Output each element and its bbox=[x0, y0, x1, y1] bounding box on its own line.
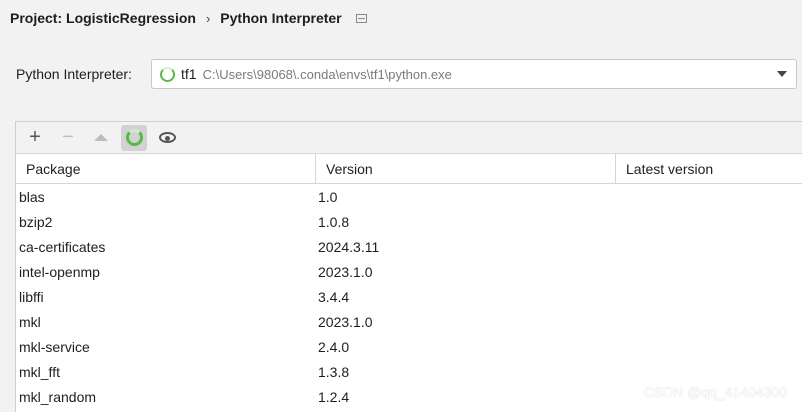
column-header-latest-version[interactable]: Latest version bbox=[616, 154, 802, 183]
package-list: blas 1.0 bzip2 1.0.8 ca-certificates 202… bbox=[16, 184, 802, 409]
package-name: mkl-service bbox=[19, 338, 90, 355]
package-version: 2023.1.0 bbox=[318, 263, 373, 280]
refresh-button[interactable] bbox=[121, 124, 147, 151]
table-header: Package Version Latest version bbox=[16, 154, 802, 184]
chevron-down-icon[interactable] bbox=[777, 71, 787, 77]
interpreter-select[interactable]: tf1 C:\Users\98068\.conda\envs\tf1\pytho… bbox=[151, 59, 797, 89]
table-row[interactable]: mkl 2023.1.0 bbox=[16, 309, 802, 334]
breadcrumb-separator: › bbox=[205, 10, 211, 26]
table-row[interactable]: bzip2 1.0.8 bbox=[16, 209, 802, 234]
page-title: Python Interpreter bbox=[220, 10, 342, 26]
remove-package-button[interactable]: − bbox=[55, 125, 81, 151]
interpreter-path: C:\Users\98068\.conda\envs\tf1\python.ex… bbox=[202, 66, 452, 82]
interpreter-name: tf1 bbox=[181, 66, 197, 82]
package-version: 2023.1.0 bbox=[318, 313, 373, 330]
packages-panel: + − Package Version Latest version blas … bbox=[15, 121, 802, 412]
package-version: 2.4.0 bbox=[318, 338, 350, 355]
table-row[interactable]: mkl_fft 1.3.8 bbox=[16, 359, 802, 384]
table-row[interactable]: libffi 3.4.4 bbox=[16, 284, 802, 309]
interpreter-row: Python Interpreter: bbox=[16, 58, 142, 90]
interpreter-label: Python Interpreter: bbox=[16, 66, 132, 82]
package-name: mkl_fft bbox=[19, 363, 60, 380]
breadcrumb-project[interactable]: Project: LogisticRegression bbox=[10, 10, 196, 26]
package-name: blas bbox=[19, 188, 45, 205]
loading-icon bbox=[125, 129, 143, 146]
package-version: 2024.3.11 bbox=[318, 238, 380, 255]
package-name: mkl_random bbox=[19, 388, 97, 405]
upgrade-icon bbox=[94, 134, 108, 141]
table-row[interactable]: blas 1.0 bbox=[16, 184, 802, 209]
add-package-button[interactable]: + bbox=[22, 125, 48, 151]
loading-icon bbox=[160, 66, 175, 82]
package-name: intel-openmp bbox=[19, 263, 100, 280]
column-header-package[interactable]: Package bbox=[16, 154, 316, 183]
show-early-releases-button[interactable] bbox=[154, 125, 180, 151]
table-row[interactable]: intel-openmp 2023.1.0 bbox=[16, 259, 802, 284]
package-version: 1.3.8 bbox=[318, 363, 350, 380]
breadcrumb: Project: LogisticRegression › Python Int… bbox=[0, 0, 802, 36]
column-header-version[interactable]: Version bbox=[316, 154, 616, 183]
packages-toolbar: + − bbox=[16, 122, 802, 154]
package-name: mkl bbox=[19, 313, 41, 330]
table-row[interactable]: mkl-service 2.4.0 bbox=[16, 334, 802, 359]
window-icon[interactable] bbox=[355, 13, 367, 23]
package-version: 3.4.4 bbox=[318, 288, 350, 305]
watermark: CSDN @qq_41404300 bbox=[643, 384, 787, 400]
package-version: 1.2.4 bbox=[318, 388, 350, 405]
package-version: 1.0 bbox=[318, 188, 338, 205]
package-name: ca-certificates bbox=[19, 238, 106, 255]
package-name: bzip2 bbox=[19, 213, 53, 230]
package-name: libffi bbox=[19, 288, 44, 305]
table-row[interactable]: ca-certificates 2024.3.11 bbox=[16, 234, 802, 259]
upgrade-package-button[interactable] bbox=[88, 125, 114, 151]
package-version: 1.0.8 bbox=[318, 213, 350, 230]
eye-icon bbox=[158, 132, 176, 143]
